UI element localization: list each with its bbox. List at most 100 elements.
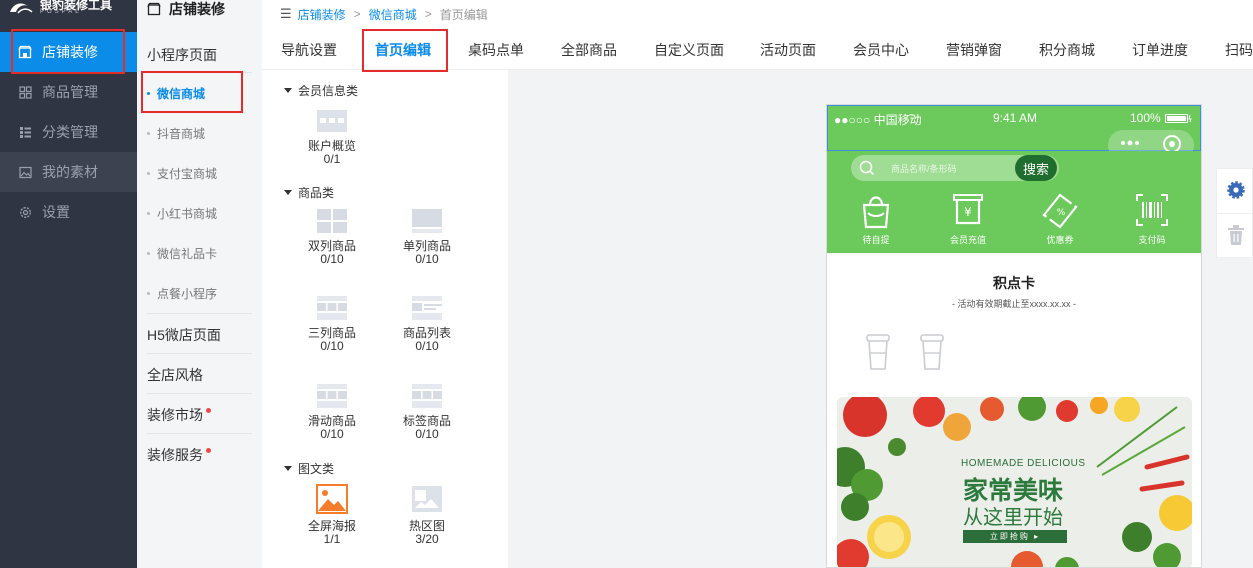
nav-label: 我的素材	[42, 164, 98, 180]
component-fullscreen-poster[interactable]: 全屏海报 1/1	[292, 484, 372, 546]
tab-home-edit[interactable]: 首页编辑	[375, 30, 431, 70]
tab-member-center[interactable]: 会员中心	[853, 30, 909, 70]
floating-toolbar	[1216, 168, 1253, 258]
notification-dot	[206, 407, 211, 413]
search-icon	[859, 160, 875, 176]
tab-table-order[interactable]: 桌码点单	[468, 30, 524, 70]
svg-text:¥: ¥	[964, 205, 972, 219]
divider	[147, 433, 252, 434]
shopping-bag-icon	[862, 196, 890, 229]
bullet-icon	[147, 291, 150, 295]
component-account-overview[interactable]: 账户概览 0/1	[292, 108, 372, 166]
quick-item-recharge[interactable]: ¥ 会员充值	[933, 191, 1003, 246]
tab-points-mall[interactable]: 积分商城	[1039, 30, 1095, 70]
svg-text:%: %	[1057, 208, 1066, 218]
time-text: 9:41 AM	[993, 111, 1038, 125]
group-decoration-market[interactable]: 装修市场	[147, 405, 252, 425]
component-goods-list[interactable]: 商品列表 0/10	[387, 295, 467, 353]
recharge-icon: ¥	[953, 194, 983, 225]
notification-dot	[206, 447, 211, 453]
category-image-text[interactable]: 图文类	[284, 460, 334, 477]
list-icon	[18, 125, 32, 139]
component-tag-goods[interactable]: 标签商品 0/10	[387, 383, 467, 441]
divider	[147, 313, 252, 314]
tag-goods-thumb-icon	[412, 384, 442, 408]
group-h5-pages[interactable]: H5微店页面	[147, 325, 252, 345]
divider	[147, 72, 252, 73]
sub-item-order-miniprogram[interactable]: 点餐小程序	[147, 285, 252, 301]
phone-preview[interactable]: ●●○○○ 中国移动 ◠ 9:41 AM 100% 商品名称/条形码 搜索 待自…	[826, 104, 1202, 568]
coupon-icon: %	[1042, 193, 1078, 229]
component-double-column[interactable]: 双列商品 0/10	[292, 208, 372, 266]
battery-icon	[1165, 114, 1192, 123]
vegetable-banner[interactable]: HOMEMADE DELICIOUS 家常美味 从这里开始 立即抢购 ▸	[837, 397, 1192, 567]
trash-icon[interactable]	[1227, 225, 1245, 245]
quick-item-paycode[interactable]: 支付码	[1117, 191, 1187, 246]
nav-label: 店铺装修	[42, 44, 98, 60]
phone-status-bar[interactable]: ●●○○○ 中国移动 ◠ 9:41 AM 100%	[827, 105, 1201, 160]
tab-all-goods[interactable]: 全部商品	[561, 30, 617, 70]
sub-sidebar-title: 店铺装修	[147, 0, 225, 18]
group-store-style[interactable]: 全店风格	[147, 365, 252, 385]
battery-text: 100%	[1130, 111, 1161, 125]
grid-icon	[18, 85, 32, 99]
sub-item-wechat-mall[interactable]: 微信商城	[147, 85, 252, 101]
sub-item-douyin-mall[interactable]: 抖音商城	[147, 125, 252, 141]
sub-sidebar: 店铺装修 小程序页面 微信商城 抖音商城 支付宝商城 小红书商城 微信礼品卡 点…	[137, 0, 262, 568]
banner-subtitle: 从这里开始	[963, 507, 1063, 529]
nav-label: 设置	[42, 204, 70, 220]
cup-icon	[866, 334, 890, 370]
poster-thumb-icon	[316, 484, 348, 514]
sub-item-alipay-mall[interactable]: 支付宝商城	[147, 165, 252, 181]
tab-activity-page[interactable]: 活动页面	[760, 30, 816, 70]
nav-settings[interactable]: 设置	[0, 192, 137, 232]
logo-icon	[10, 3, 33, 14]
bullet-icon	[147, 131, 150, 135]
divider	[147, 393, 252, 394]
goods-list-thumb-icon	[412, 296, 442, 320]
breadcrumb-mid[interactable]: 微信商城	[369, 6, 417, 23]
caret-down-icon	[284, 88, 292, 93]
divider	[1217, 213, 1253, 214]
page-tabs: 导航设置 首页编辑 桌码点单 全部商品 自定义页面 活动页面 会员中心 营销弹窗…	[262, 30, 1253, 70]
tab-order-progress[interactable]: 订单进度	[1132, 30, 1188, 70]
nav-my-materials[interactable]: 我的素材	[0, 152, 137, 192]
tab-scan[interactable]: 扫码	[1225, 30, 1253, 70]
search-button[interactable]: 搜索	[1015, 155, 1057, 181]
hotzone-thumb-icon	[412, 486, 442, 512]
sub-item-xiaohongshu-mall[interactable]: 小红书商城	[147, 205, 252, 221]
menu-icon[interactable]: ☰	[280, 6, 292, 22]
tab-nav-settings[interactable]: 导航设置	[281, 30, 337, 70]
settings-gear-icon[interactable]	[1227, 181, 1245, 199]
slide-goods-thumb-icon	[317, 384, 347, 408]
bullet-icon	[147, 211, 150, 215]
bullet-icon	[147, 91, 150, 95]
component-slide-goods[interactable]: 滑动商品 0/10	[292, 383, 372, 441]
category-goods[interactable]: 商品类	[284, 184, 334, 201]
category-member-info[interactable]: 会员信息类	[284, 82, 358, 99]
breadcrumb-separator: >	[353, 7, 361, 21]
store-icon	[18, 45, 32, 59]
image-icon	[18, 165, 32, 179]
tab-marketing-popup[interactable]: 营销弹窗	[946, 30, 1002, 70]
component-hotzone-image[interactable]: 热区图 3/20	[387, 484, 467, 546]
component-single-column[interactable]: 单列商品 0/10	[387, 208, 467, 266]
quick-item-coupon[interactable]: % 优惠券	[1025, 191, 1095, 246]
component-triple-column[interactable]: 三列商品 0/10	[292, 295, 372, 353]
nav-goods-management[interactable]: 商品管理	[0, 72, 137, 112]
tab-custom-page[interactable]: 自定义页面	[654, 30, 724, 70]
nav-category-management[interactable]: 分类管理	[0, 112, 137, 152]
bullet-icon	[147, 171, 150, 175]
banner-buy-button[interactable]: 立即抢购 ▸	[963, 530, 1067, 543]
divider	[147, 353, 252, 354]
nav-store-decoration[interactable]: 店铺装修	[0, 32, 137, 72]
gear-icon	[18, 205, 32, 219]
quick-item-pickup[interactable]: 待自提	[841, 191, 911, 246]
breadcrumb-current: 首页编辑	[439, 7, 488, 22]
breadcrumb-root[interactable]: 店铺装修	[298, 6, 346, 23]
main-sidebar: 银豹装修工具 POSPAL 店铺装修 商品管理 分类管理 我的素材 设置	[0, 0, 137, 568]
store-icon	[147, 2, 161, 16]
group-miniprogram-pages[interactable]: 小程序页面	[147, 45, 252, 65]
sub-item-wechat-giftcard[interactable]: 微信礼品卡	[147, 245, 252, 261]
group-decoration-service[interactable]: 装修服务	[147, 445, 252, 465]
